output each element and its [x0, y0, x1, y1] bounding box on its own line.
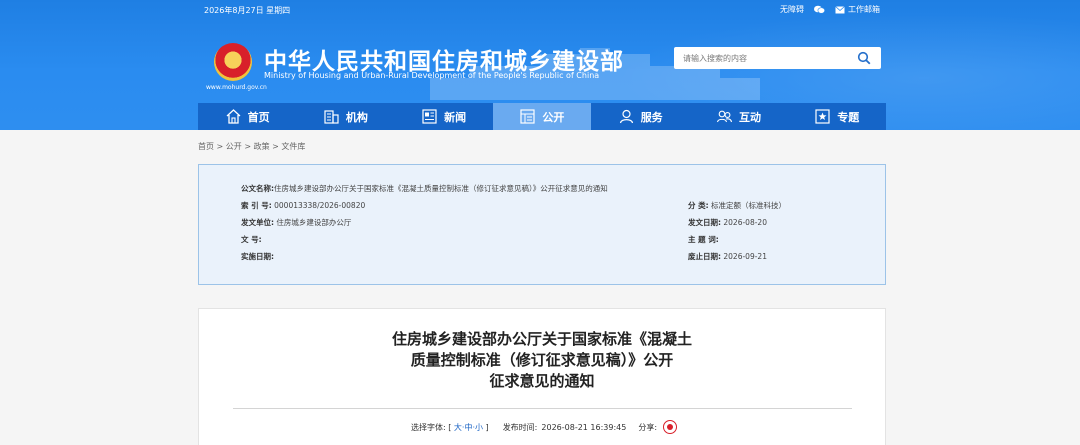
site-url: www.mohurd.gov.cn [206, 84, 267, 91]
main-nav: 首页 机构 新闻 公开 服务 互动 专题 [198, 103, 886, 130]
publish-time: 2026-08-21 16:39:45 [541, 422, 627, 432]
article-meta: 选择字体: [ 大·中·小 ] 发布时间: 2026-08-21 16:39:4… [411, 420, 678, 434]
search-box [674, 47, 881, 69]
article-title: 住房城乡建设部办公厅关于国家标准《混凝土 质量控制标准（修订征求意见稿）》公开 … [391, 330, 692, 390]
info-doc-number: 文 号: [241, 235, 262, 244]
people-icon [716, 110, 732, 123]
wechat-icon[interactable] [814, 5, 825, 14]
share-label: 分享: [638, 422, 658, 432]
font-size-selector: [ 大·中·小 ] [445, 422, 489, 432]
info-issue-date: 发文日期: 2026-08-20 [688, 218, 767, 227]
info-issuer: 发文单位: 住房城乡建设部办公厅 [241, 218, 352, 227]
star-icon [815, 109, 830, 124]
weibo-share-icon[interactable] [663, 420, 678, 434]
home-icon [226, 109, 241, 124]
person-icon [619, 109, 633, 124]
info-deadline: 废止日期: 2026-09-21 [688, 252, 767, 261]
nav-organization[interactable]: 机构 [296, 103, 394, 130]
nav-news[interactable]: 新闻 [395, 103, 493, 130]
info-index: 索 引 号: 000013338/2026-00820 [241, 201, 366, 210]
accessibility-link[interactable]: 无障碍 [780, 4, 804, 15]
nav-public[interactable]: 公开 [492, 103, 592, 130]
font-large-link[interactable]: 大 [454, 423, 462, 432]
nav-service[interactable]: 服务 [591, 103, 689, 130]
site-subtitle: Ministry of Housing and Urban-Rural Deve… [264, 71, 600, 80]
national-emblem-logo: ★ [214, 43, 252, 81]
breadcrumb[interactable]: 首页 > 公开 > 政策 > 文件库 [198, 141, 305, 152]
work-email-link[interactable]: 工作邮箱 [835, 4, 880, 15]
mail-icon [835, 5, 845, 13]
publish-time-label: 发布时间: [502, 422, 538, 432]
info-category: 分 类: 标准定额（标准科技） [688, 201, 787, 210]
article-divider [233, 408, 852, 409]
info-subject: 主 题 词: [688, 235, 719, 244]
building-icon [324, 110, 339, 124]
nav-special-topics[interactable]: 专题 [788, 103, 886, 130]
info-effective-date: 实施日期: [241, 252, 274, 261]
search-input[interactable] [674, 48, 844, 68]
document-icon [520, 109, 536, 124]
info-title: 公文名称:住房城乡建设部办公厅关于国家标准《混凝土质量控制标准（修订征求意见稿）… [241, 184, 608, 193]
nav-interaction[interactable]: 互动 [689, 103, 787, 130]
current-date: 2026年8月27日 星期四 [204, 6, 291, 15]
search-icon[interactable] [857, 51, 871, 65]
news-icon [422, 109, 437, 124]
topbar-links: 无障碍 工作邮箱 [780, 4, 880, 15]
nav-home[interactable]: 首页 [198, 103, 296, 130]
font-small-link[interactable]: 小 [475, 423, 483, 432]
